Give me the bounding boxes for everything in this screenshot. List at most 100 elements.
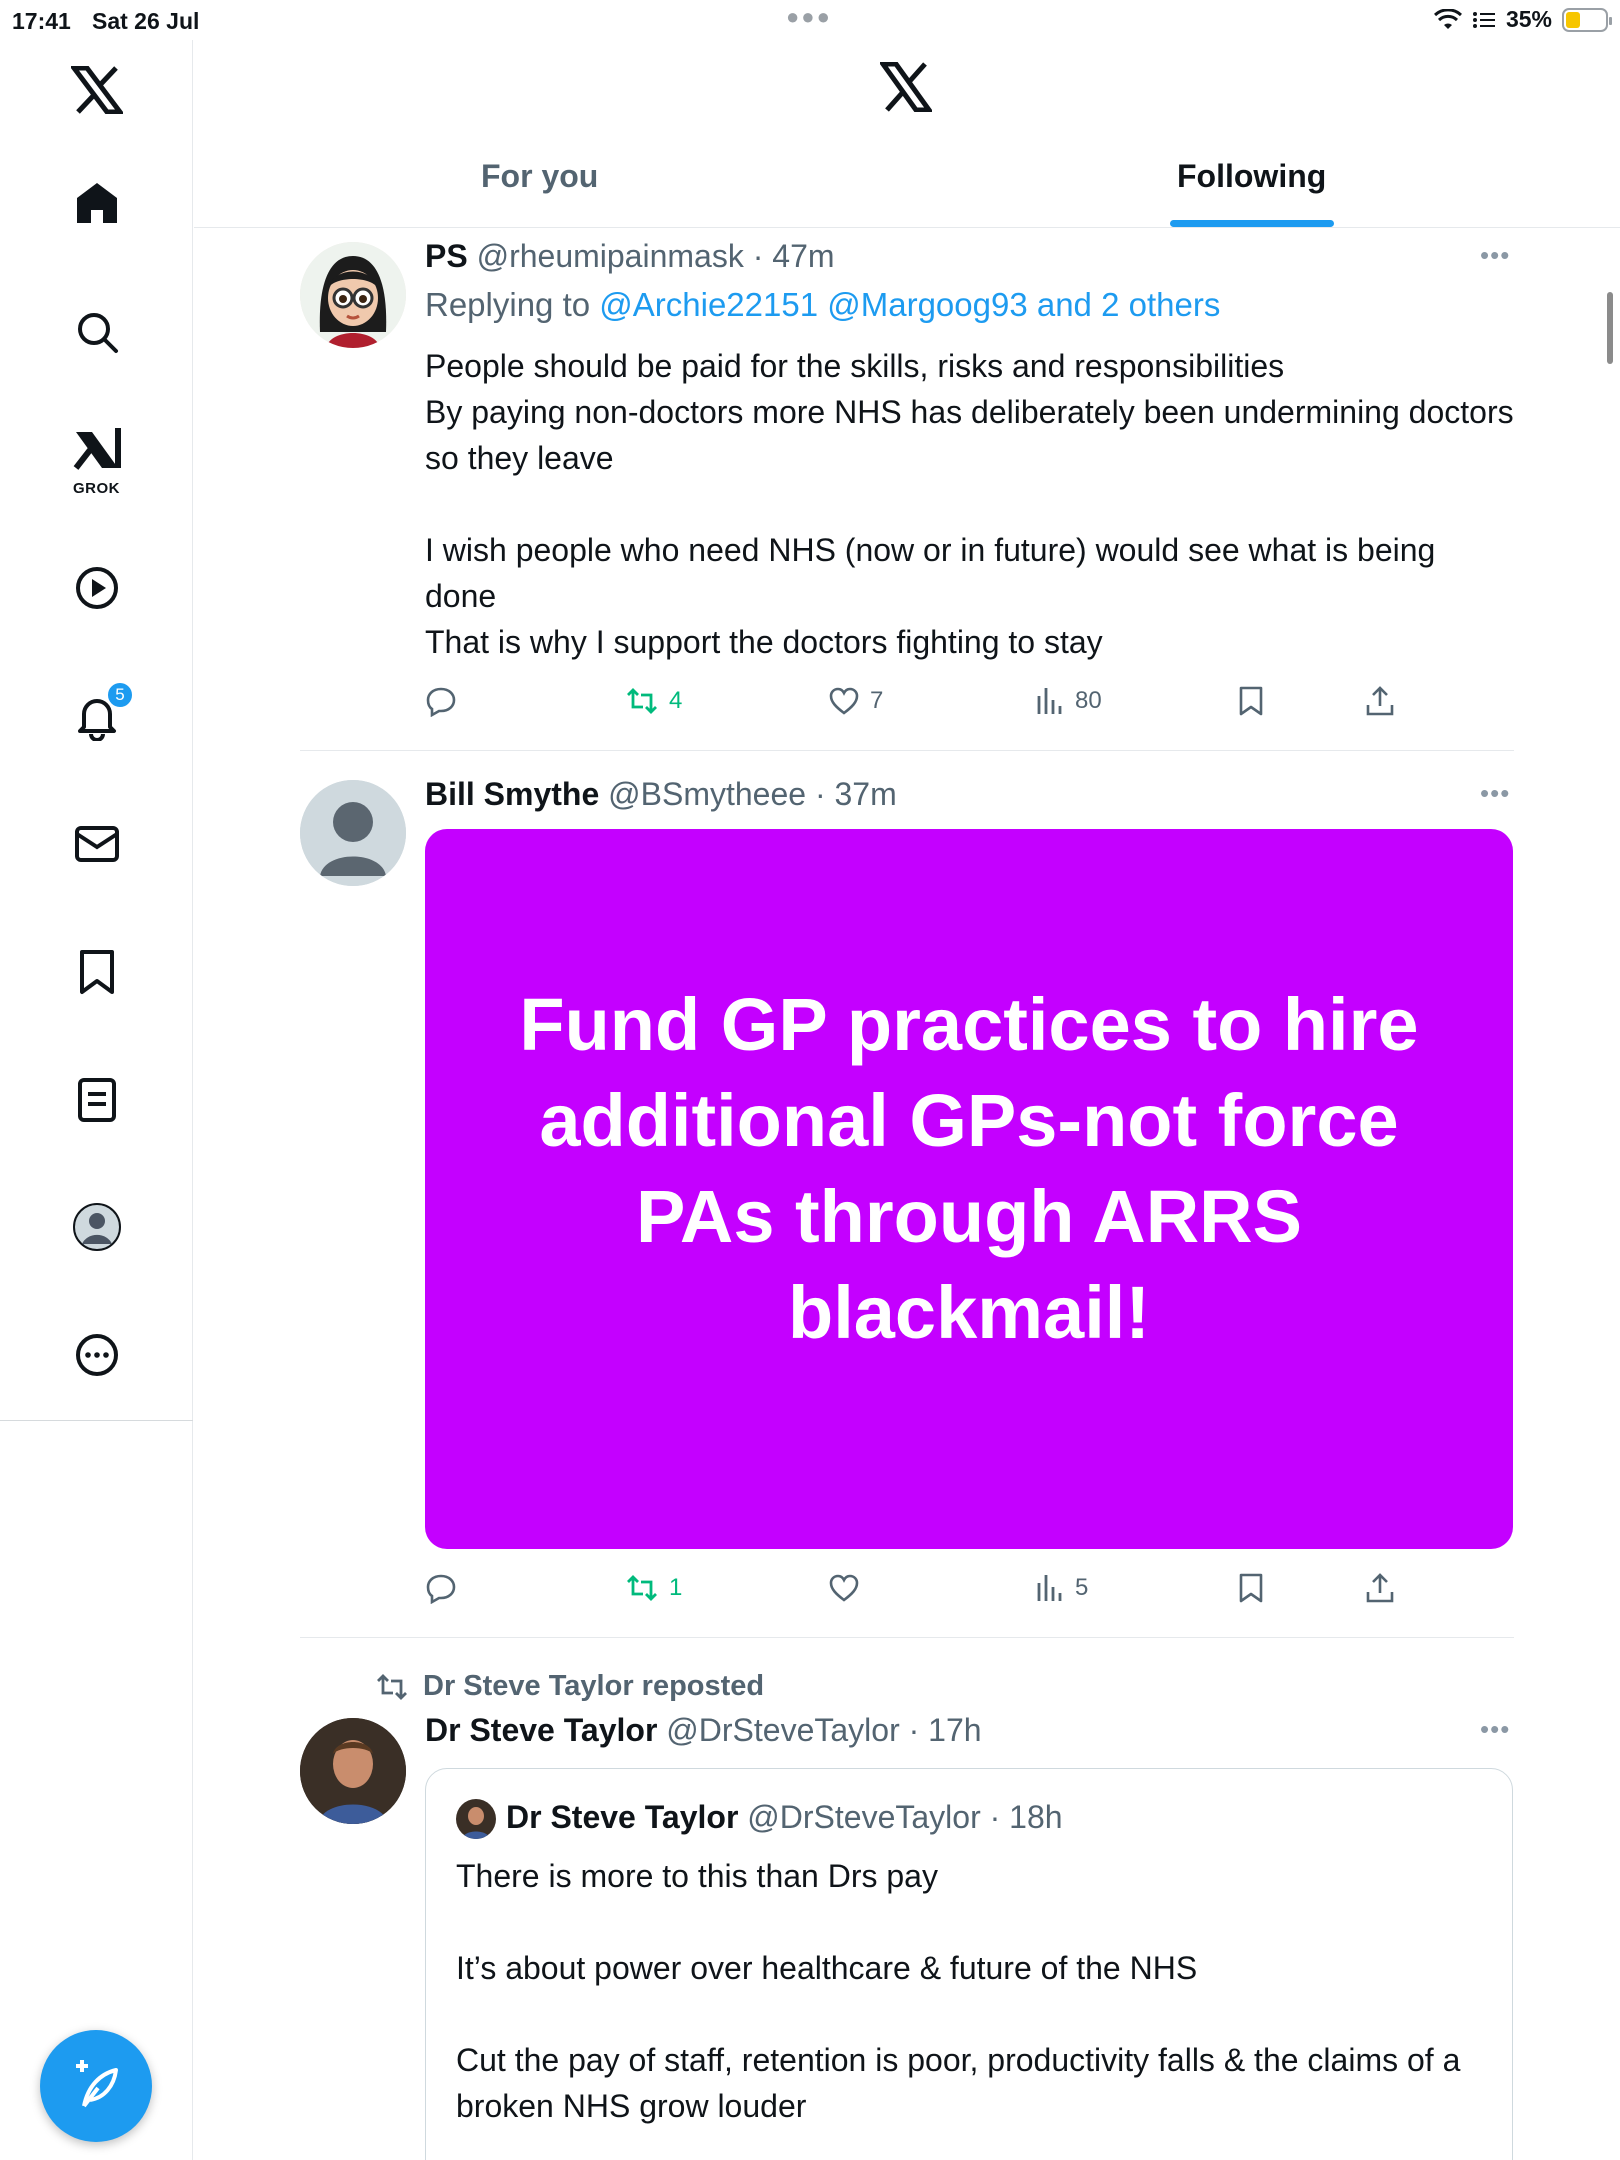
wifi-icon — [1433, 8, 1462, 29]
tweet-actions: 1 5 — [425, 1563, 1425, 1613]
share-icon — [1366, 686, 1394, 716]
quoted-avatar — [456, 1799, 496, 1839]
sidebar-item-x-logo[interactable] — [0, 50, 193, 130]
quoted-author-name: Dr Steve Taylor — [506, 1799, 739, 1835]
like-button[interactable]: 7 — [828, 676, 883, 726]
bookmark-button[interactable] — [1237, 1563, 1265, 1613]
grok-icon — [73, 428, 121, 470]
share-icon — [1366, 1573, 1394, 1603]
sidebar-item-explore[interactable] — [0, 292, 193, 372]
avatar[interactable] — [300, 1718, 406, 1824]
repost-button[interactable]: 1 — [625, 1563, 682, 1613]
sidebar-item-more[interactable] — [0, 1315, 193, 1395]
quoted-time: · 18h — [989, 1799, 1063, 1835]
author-handle[interactable]: @DrSteveTaylor — [666, 1712, 899, 1748]
replying-to: Replying to @Archie22151 @Margoog93 and … — [425, 286, 1220, 324]
avatar[interactable] — [300, 242, 406, 348]
repost-count: 4 — [669, 687, 683, 714]
views-button[interactable]: 80 — [1035, 676, 1102, 726]
header-x-logo[interactable] — [878, 61, 934, 117]
avatar-photo-icon — [456, 1799, 496, 1839]
reply-button[interactable] — [425, 676, 457, 726]
play-icon — [75, 567, 118, 609]
search-icon — [77, 313, 118, 353]
like-button[interactable] — [828, 1563, 860, 1613]
tab-selected-indicator — [1170, 220, 1334, 227]
sidebar-item-bookmarks[interactable] — [0, 932, 193, 1012]
tweet-header: PS @rheumipainmask · 47m — [425, 238, 835, 275]
reply-icon — [426, 1574, 456, 1604]
replying-to-link[interactable]: @Archie22151 @Margoog93 and 2 others — [599, 286, 1220, 323]
repost-icon — [627, 688, 657, 714]
tab-for-you[interactable]: For you — [481, 158, 598, 195]
tweet-header: Dr Steve Taylor @DrSteveTaylor · 17h — [425, 1712, 982, 1749]
reply-button[interactable] — [425, 1563, 457, 1613]
tweet-text: People should be paid for the skills, ri… — [425, 348, 1514, 660]
avatar[interactable] — [300, 780, 406, 886]
sidebar-divider — [0, 1420, 193, 1421]
sidebar-item-lists[interactable] — [0, 1060, 193, 1140]
list-icon — [1472, 11, 1495, 28]
share-button[interactable] — [1365, 1563, 1395, 1613]
avatar-cartoon-icon — [300, 242, 406, 348]
battery-icon — [1562, 7, 1612, 32]
sidebar-item-home[interactable] — [0, 163, 193, 243]
x-logo-icon — [878, 61, 934, 113]
repost-icon — [627, 1575, 657, 1601]
sidebar-item-video[interactable] — [0, 548, 193, 628]
bookmark-button[interactable] — [1237, 676, 1265, 726]
tweet-time[interactable]: · 47m — [753, 238, 835, 274]
grok-label: GROK — [73, 480, 120, 497]
heart-icon — [829, 1574, 859, 1602]
default-avatar-icon — [300, 780, 406, 886]
author-name[interactable]: Bill Smythe — [425, 776, 599, 812]
sidebar-item-grok[interactable]: GROK — [0, 418, 193, 498]
tweet-media-image[interactable]: Fund GP practices to hire additional GPs… — [425, 829, 1513, 1549]
replying-prefix: Replying to — [425, 286, 600, 323]
compose-feather-icon — [76, 2060, 118, 2108]
like-count: 7 — [870, 687, 884, 714]
tab-following[interactable]: Following — [1177, 158, 1326, 195]
bookmark-icon — [79, 950, 114, 994]
tweet-separator — [300, 750, 1514, 751]
sidebar-item-notifications[interactable]: 5 — [0, 677, 193, 757]
more-options-icon[interactable]: ••• — [1480, 240, 1510, 271]
quoted-header: Dr Steve Taylor @DrSteveTaylor · 18h — [506, 1799, 1063, 1836]
tweet-time[interactable]: · 37m — [815, 776, 897, 812]
battery-percentage: 35% — [1505, 6, 1552, 32]
sidebar-item-messages[interactable] — [0, 804, 193, 884]
quoted-tweet[interactable]: Dr Steve Taylor @DrSteveTaylor · 18h The… — [425, 1768, 1513, 2160]
share-button[interactable] — [1365, 676, 1395, 726]
repost-icon — [377, 1673, 407, 1700]
author-name[interactable]: PS — [425, 238, 468, 274]
status-bar: 17:41 Sat 26 Jul ●●● 35% — [0, 0, 1620, 40]
status-date: Sat 26 Jul — [92, 8, 200, 34]
more-options-icon[interactable]: ••• — [1480, 778, 1510, 809]
notification-badge: 5 — [106, 681, 134, 709]
more-options-icon[interactable]: ••• — [1480, 1714, 1510, 1745]
tweet-time[interactable]: · 17h — [909, 1712, 982, 1748]
quoted-author-handle: @DrSteveTaylor — [747, 1799, 981, 1835]
heart-icon — [829, 687, 859, 715]
views-count: 80 — [1075, 687, 1102, 714]
reposted-by-label[interactable]: Dr Steve Taylor reposted — [423, 1670, 764, 1703]
reposted-by: Dr Steve Taylor reposted — [375, 1670, 764, 1703]
views-count: 5 — [1075, 1574, 1089, 1601]
views-chart-icon — [1037, 688, 1062, 714]
scrollbar[interactable] — [1607, 292, 1613, 364]
sidebar-item-profile[interactable] — [0, 1187, 193, 1267]
repost-count: 1 — [669, 1574, 683, 1601]
compose-button[interactable] — [40, 2030, 152, 2142]
author-handle[interactable]: @BSmytheee — [608, 776, 806, 812]
multitasking-dots-icon[interactable]: ●●● — [786, 4, 832, 30]
author-handle[interactable]: @rheumipainmask — [477, 238, 744, 274]
status-time: 17:41 — [12, 8, 71, 34]
list-document-icon — [77, 1078, 116, 1122]
timeline-header: For you Following — [194, 40, 1620, 228]
sidebar: GROK 5 — [0, 40, 193, 2160]
author-name[interactable]: Dr Steve Taylor — [425, 1712, 657, 1748]
repost-button[interactable]: 4 — [625, 676, 682, 726]
views-button[interactable]: 5 — [1035, 1563, 1088, 1613]
home-icon — [76, 183, 117, 223]
more-circle-icon — [75, 1334, 118, 1376]
